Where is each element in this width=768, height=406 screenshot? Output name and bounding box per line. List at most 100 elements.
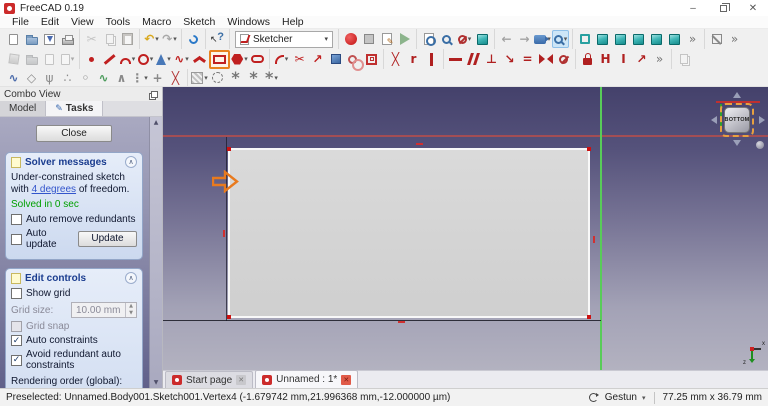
views-overflow[interactable]: » [684, 30, 701, 48]
vertex-bottom-left[interactable] [227, 315, 231, 319]
create-point[interactable] [83, 50, 100, 68]
chevron-down-icon[interactable]: ▾ [642, 394, 646, 402]
close-task-button[interactable]: Close [36, 125, 112, 142]
macro-stop[interactable] [360, 30, 377, 48]
menu-edit[interactable]: Edit [35, 16, 65, 28]
create-circle[interactable]: ▾ [137, 50, 154, 68]
menu-file[interactable]: File [6, 16, 35, 28]
tab-start-page[interactable]: Start page ✕ [165, 371, 253, 388]
grid-size-spinbox[interactable]: 10.00 mm ▲▼ [71, 302, 137, 318]
tasks-scrollbar[interactable]: ▲ ▼ [149, 117, 162, 388]
constrain-horizontal[interactable] [447, 50, 464, 68]
create-rectangle[interactable] [209, 50, 230, 69]
convert-to-bspline[interactable]: ∿ [95, 69, 112, 87]
show-bspline-degree[interactable]: ∿ [5, 69, 22, 87]
create-conic[interactable]: ▾ [155, 50, 172, 68]
collapse-icon[interactable]: ∧ [125, 156, 137, 168]
new-file[interactable] [5, 30, 22, 48]
extend-edge[interactable]: ↗ [309, 50, 326, 68]
external-geometry[interactable] [327, 50, 344, 68]
macro-edit[interactable] [378, 30, 395, 48]
spin-up-icon[interactable]: ▲ [126, 303, 136, 310]
measure-overflow[interactable]: » [726, 30, 743, 48]
view-sketch[interactable] [23, 50, 40, 68]
spinner-arrows[interactable]: ▲▼ [125, 303, 136, 317]
navcube-face[interactable]: BOTTOM [724, 107, 750, 133]
float-panel-icon[interactable] [151, 91, 158, 98]
save-file[interactable] [41, 30, 58, 48]
menu-tools[interactable]: Tools [100, 16, 137, 28]
auto-remove-redundants-checkbox[interactable] [11, 214, 22, 225]
carbon-copy[interactable] [345, 50, 362, 68]
edit-sketch-arrow-icon[interactable] [212, 170, 239, 193]
part-measure[interactable] [708, 30, 725, 48]
show-bspline-control-polygon[interactable]: ◇ [23, 69, 40, 87]
toggle-construction[interactable] [363, 50, 380, 68]
sketch-rectangle[interactable] [228, 148, 590, 318]
navcube-rotate-right-icon[interactable] [759, 116, 765, 124]
auto-update-checkbox[interactable] [11, 234, 22, 245]
scroll-up-icon[interactable]: ▲ [154, 119, 159, 126]
menu-macro[interactable]: Macro [136, 16, 177, 28]
view-right[interactable] [630, 30, 647, 48]
select-constraint-elements[interactable] [209, 69, 226, 87]
view-isometric[interactable] [576, 30, 593, 48]
view-bottom[interactable] [666, 30, 683, 48]
macro-record[interactable] [342, 30, 359, 48]
sketcher-tools[interactable] [675, 50, 692, 68]
show-grid-checkbox[interactable] [11, 288, 22, 299]
toggle-virtual-space[interactable]: ▾ [191, 69, 208, 87]
grid-snap-checkbox[interactable] [11, 321, 22, 332]
increase-bspline-degree[interactable]: ∧ [113, 69, 130, 87]
close-button[interactable]: ✕ [738, 0, 768, 16]
degrees-of-freedom-link[interactable]: 4 degrees [32, 184, 76, 195]
create-slot[interactable] [249, 50, 266, 68]
constrain-distance[interactable]: ↗ [633, 50, 650, 68]
create-polyline[interactable] [191, 50, 208, 68]
view-rear[interactable] [648, 30, 665, 48]
minimize-button[interactable]: – [678, 0, 708, 16]
workbench-selector[interactable]: Sketcher▾ [235, 31, 333, 48]
copy-geometry[interactable]: * [245, 69, 262, 87]
modify-knot-multiplicity[interactable]: ⋮▾ [131, 69, 148, 87]
navcube-menu-sphere[interactable] [756, 141, 764, 149]
scroll-down-icon[interactable]: ▼ [154, 379, 159, 386]
constrain-symmetric[interactable] [537, 50, 554, 68]
paste[interactable] [119, 30, 136, 48]
menu-view[interactable]: View [65, 16, 100, 28]
macro-play[interactable] [396, 30, 413, 48]
fit-selection[interactable] [438, 30, 455, 48]
nav-style-selector[interactable]: Gestun [605, 392, 637, 403]
clip-plane[interactable]: ▾ [456, 30, 473, 48]
create-polygon[interactable]: ▾ [231, 50, 248, 68]
tab-model[interactable]: Model [0, 101, 46, 116]
cut[interactable]: ✂ [83, 30, 100, 48]
constrain-coincident[interactable]: ╳ [387, 50, 404, 68]
show-bspline-pole-weight[interactable]: ◦ [77, 69, 94, 87]
menu-windows[interactable]: Windows [221, 16, 276, 28]
set-view[interactable]: ▾ [534, 30, 551, 48]
fit-all[interactable] [420, 30, 437, 48]
constrain-tangent[interactable]: ↘ [501, 50, 518, 68]
view-top[interactable] [612, 30, 629, 48]
rectangular-array[interactable]: *▾ [263, 69, 280, 87]
tab-tasks[interactable]: ✎ Tasks [46, 101, 103, 116]
menu-help[interactable]: Help [276, 16, 310, 28]
vertex-top-right[interactable] [587, 147, 591, 151]
close-tab-icon[interactable]: ✕ [236, 375, 246, 385]
redo[interactable]: ↷▾ [161, 30, 178, 48]
navigate-forward[interactable]: → [516, 30, 533, 48]
constrain-distance-y[interactable]: I [615, 50, 632, 68]
create-line[interactable] [101, 50, 118, 68]
sync-view[interactable] [474, 30, 491, 48]
vertex-bottom-right[interactable] [587, 315, 591, 319]
auto-constraints-checkbox[interactable]: ✓ [11, 335, 22, 346]
menu-sketch[interactable]: Sketch [177, 16, 221, 28]
view-section[interactable] [41, 50, 58, 68]
trim-edge[interactable]: ✂ [291, 50, 308, 68]
navcube-rotate-left-icon[interactable] [711, 116, 717, 124]
open-file[interactable] [23, 30, 40, 48]
constrain-lock[interactable] [579, 50, 596, 68]
insert-knot[interactable]: + [149, 69, 166, 87]
constrain-point-on-object[interactable]: r [405, 50, 422, 68]
